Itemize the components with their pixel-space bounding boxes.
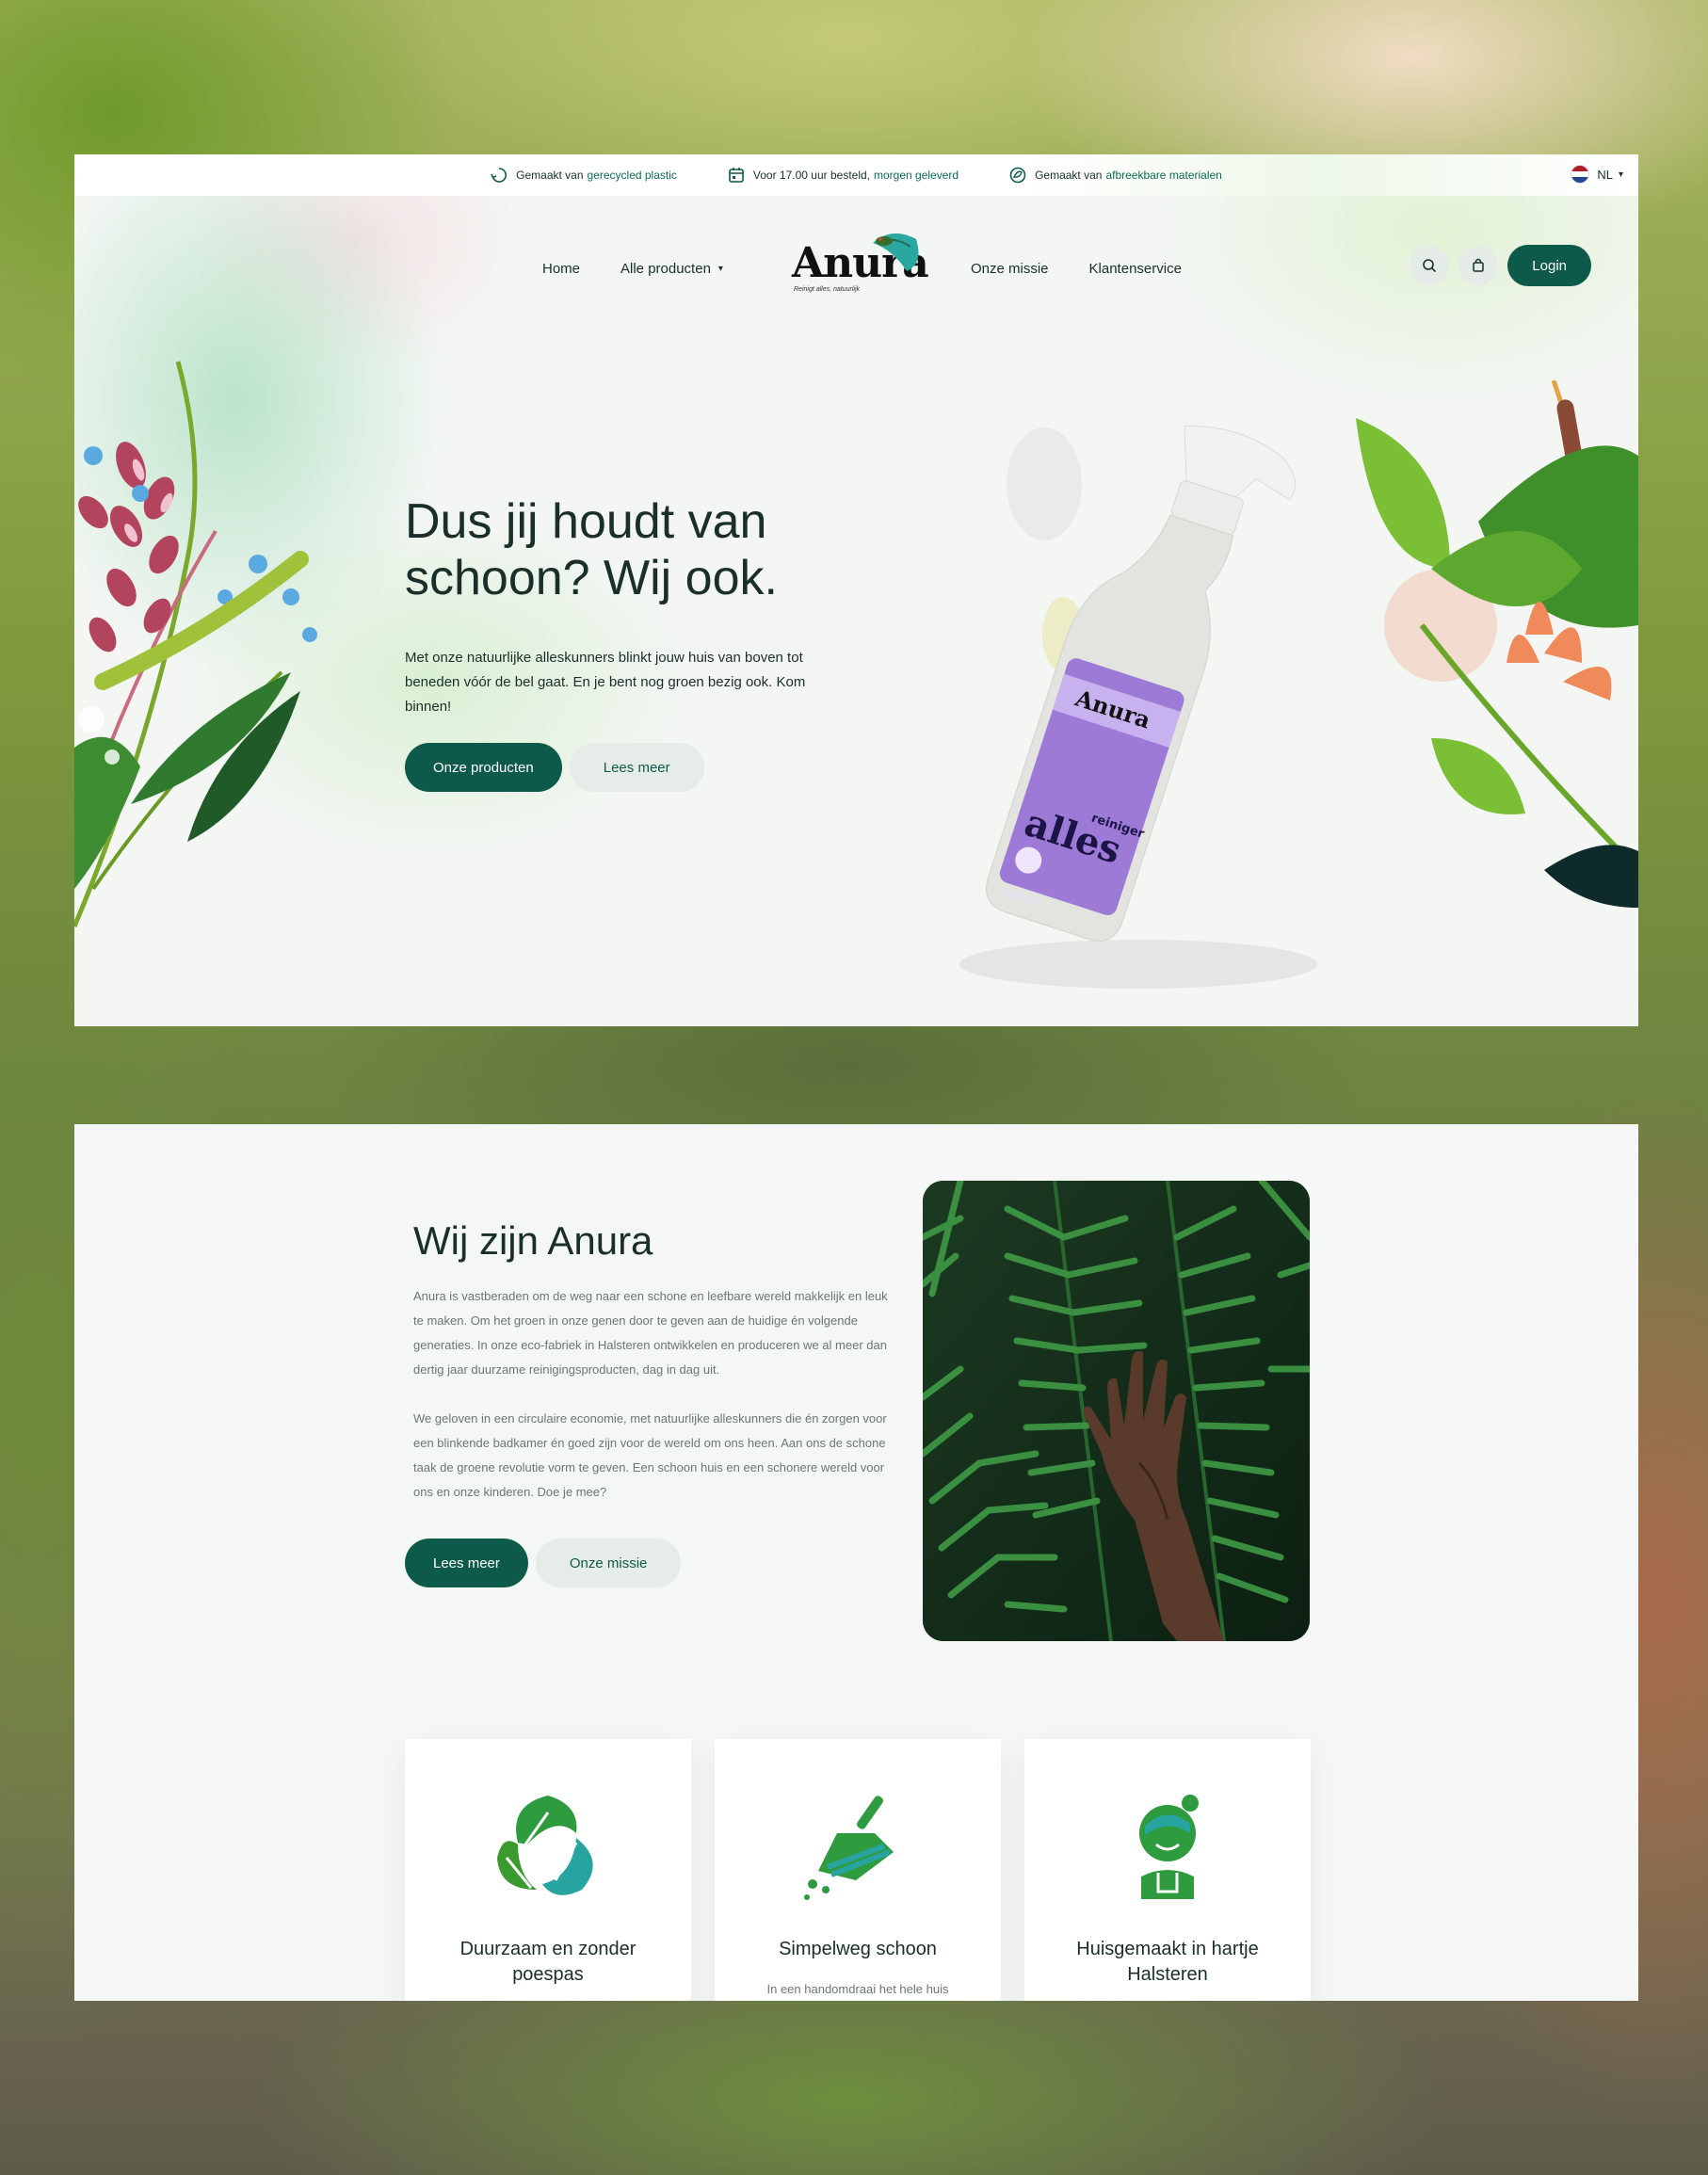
about-read-more-button[interactable]: Lees meer [405, 1539, 528, 1587]
search-button[interactable] [1410, 246, 1450, 285]
chevron-down-icon: ▾ [1618, 169, 1623, 180]
broom-icon [804, 1796, 894, 1900]
nav-mission-link[interactable]: Onze missie [971, 261, 1049, 277]
dutch-flag-icon [1571, 165, 1590, 184]
biodegradable-icon [1009, 167, 1026, 184]
cart-button[interactable] [1458, 246, 1499, 285]
fern-hand-photo [923, 1181, 1310, 1641]
shopping-bag-icon [1473, 258, 1485, 272]
our-products-button[interactable]: Onze producten [405, 743, 562, 792]
plants-right-illustration [1356, 380, 1638, 908]
recycle-icon [491, 167, 508, 184]
nav-home-link[interactable]: Home [542, 261, 580, 277]
nav-mission-label: Onze missie [971, 261, 1049, 277]
about-frame: Wij zijn Anura Anura is vastberaden om d… [74, 1124, 1638, 2001]
about-paragraph-1: Anura is vastberaden om de weg naar een … [413, 1289, 888, 1377]
usp-topbar: Gemaakt van gerecycled plastic Voor 17.0… [74, 154, 1638, 196]
card-clean: Simpelweg schoon In een handomdraai het … [715, 1739, 1001, 2001]
leaf-logo-icon [873, 233, 919, 271]
usp-item: Gemaakt van afbreekbare materialen [1009, 167, 1222, 184]
hero-text: Met onze natuurlijke alleskunners blinkt… [405, 650, 806, 715]
card-title: Huisgemaakt in hartje Halsteren [1076, 1939, 1259, 1985]
usp-highlight: afbreekbare materialen [1105, 169, 1222, 182]
read-more-button[interactable]: Lees meer [569, 743, 704, 792]
usp-highlight: morgen geleverd [874, 169, 959, 182]
nav-service-link[interactable]: Klantenservice [1089, 261, 1182, 277]
search-icon [1423, 259, 1437, 273]
about-mission-button[interactable]: Onze missie [535, 1539, 682, 1587]
logo-tagline: Reinigt alles, natuurlijk [794, 286, 861, 293]
card-sustainable: Duurzaam en zonder poespas [405, 1739, 691, 2001]
nav-service-label: Klantenservice [1088, 261, 1182, 277]
language-selector[interactable]: NL ▾ [1571, 165, 1623, 184]
nav-home-label: Home [542, 261, 581, 277]
usp-text: Voor 17.00 uur besteld, [752, 169, 870, 182]
card-text: In een handomdraai het hele huis [766, 1982, 949, 1996]
usp-highlight: gerecycled plastic [587, 169, 677, 182]
login-button[interactable]: Login [1507, 245, 1591, 286]
usp-cards: Duurzaam en zonder poespas Simpelweg sch… [405, 1739, 1334, 2001]
card-title: Simpelweg schoon [779, 1939, 937, 1959]
anura-logo[interactable]: Anura Reinigt alles, natuurlijk [792, 230, 929, 298]
hero-title: Dus jij houdt van schoon? Wij ook. [405, 494, 778, 605]
usp-text: Gemaakt van [516, 169, 584, 182]
recycle-leaves-icon [497, 1796, 593, 1895]
nav-products-link[interactable]: Alle producten ▾ [620, 261, 723, 277]
about-title: Wij zijn Anura [413, 1218, 653, 1263]
language-label: NL [1597, 167, 1613, 182]
plants-left-illustration [74, 361, 317, 927]
spray-bottle-image: Anura reiniger alles Lavendel [959, 425, 1317, 989]
chevron-down-icon: ▾ [717, 264, 723, 274]
card-homemade: Huisgemaakt in hartje Halsteren [1024, 1739, 1311, 2001]
hero-frame: Gemaakt van gerecycled plastic Voor 17.0… [74, 154, 1638, 1026]
card-title: Duurzaam en zonder poespas [459, 1939, 636, 1985]
main-nav: Home Alle producten ▾ Anura Reinigt alles… [74, 196, 1638, 328]
usp-text: Gemaakt van [1035, 169, 1103, 182]
person-icon [1139, 1795, 1199, 1899]
delivery-calendar-icon [728, 167, 745, 184]
usp-item: Voor 17.00 uur besteld, morgen geleverd [728, 167, 959, 184]
usp-item: Gemaakt van gerecycled plastic [491, 167, 677, 184]
about-paragraph-2: We geloven in een circulaire economie, m… [413, 1411, 887, 1499]
nav-products-label: Alle producten [620, 261, 711, 277]
